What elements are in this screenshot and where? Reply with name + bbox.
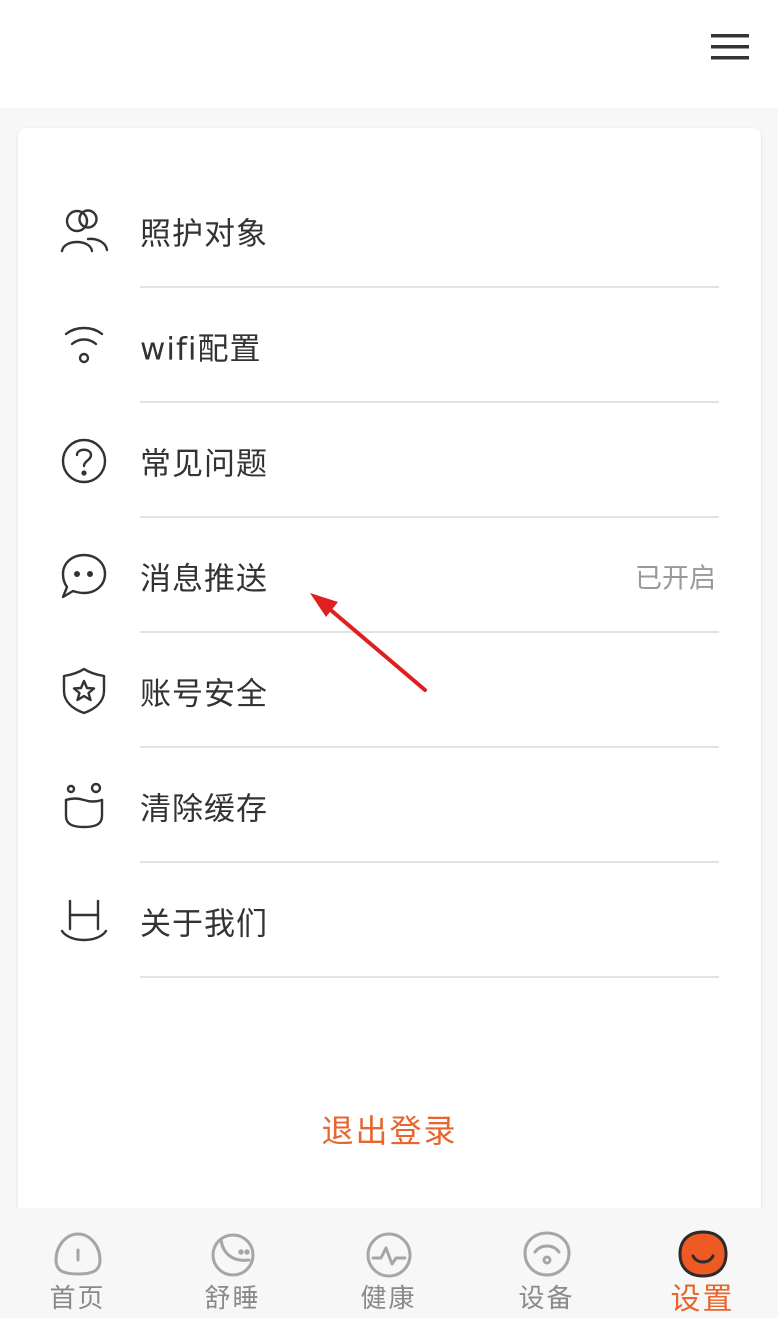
question-icon bbox=[58, 435, 110, 487]
wifi-icon bbox=[58, 320, 110, 372]
menu-item-label: 消息推送 bbox=[140, 561, 268, 597]
menu-item-care-target[interactable]: 照护对象 bbox=[18, 173, 761, 288]
settings-face-icon bbox=[675, 1228, 731, 1280]
tab-label: 舒睡 bbox=[204, 1284, 261, 1314]
menu-item-label: 关于我们 bbox=[140, 906, 268, 942]
menu-item-label: 账号安全 bbox=[140, 676, 268, 712]
tab-label: 健康 bbox=[360, 1284, 417, 1314]
home-icon bbox=[50, 1228, 106, 1280]
tab-home[interactable]: 首页 bbox=[0, 1208, 155, 1318]
tab-label: 设备 bbox=[518, 1284, 575, 1314]
divider bbox=[140, 976, 719, 978]
push-status-value: 已开启 bbox=[635, 563, 716, 594]
menu-item-label: 清除缓存 bbox=[140, 791, 268, 827]
menu-item-label: wifi配置 bbox=[140, 331, 262, 367]
moon-icon bbox=[205, 1228, 261, 1280]
menu-item-about-us[interactable]: 关于我们 bbox=[18, 863, 761, 978]
menu-item-faq[interactable]: 常见问题 bbox=[18, 403, 761, 518]
cache-pot-icon bbox=[58, 780, 110, 832]
settings-card: 照护对象 wifi配置 常见问题 消息推送 已开启 账号安全 清除缓存 关于我们… bbox=[18, 128, 761, 1228]
bottom-tab-bar: 首页 舒睡 健康 设备 设置 bbox=[0, 1208, 778, 1318]
hamburger-menu-icon bbox=[711, 34, 749, 60]
menu-item-label: 常见问题 bbox=[140, 446, 268, 482]
chat-bubble-icon bbox=[58, 550, 110, 602]
menu-item-label: 照护对象 bbox=[140, 216, 268, 252]
tab-health[interactable]: 健康 bbox=[311, 1208, 466, 1318]
device-icon bbox=[519, 1228, 575, 1280]
shield-star-icon bbox=[58, 665, 110, 717]
settings-page: 照护对象 wifi配置 常见问题 消息推送 已开启 账号安全 清除缓存 关于我们… bbox=[0, 0, 778, 1318]
logout-button[interactable]: 退出登录 bbox=[18, 1106, 761, 1152]
tab-device[interactable]: 设备 bbox=[469, 1208, 624, 1318]
menu-item-clear-cache[interactable]: 清除缓存 bbox=[18, 748, 761, 863]
pulse-icon bbox=[361, 1228, 417, 1280]
hamburger-menu-button[interactable] bbox=[706, 30, 754, 66]
tab-sleep[interactable]: 舒睡 bbox=[155, 1208, 310, 1318]
tab-label: 设置 bbox=[670, 1282, 735, 1317]
menu-item-wifi[interactable]: wifi配置 bbox=[18, 288, 761, 403]
top-bar bbox=[0, 0, 778, 108]
about-logo-icon bbox=[58, 895, 110, 947]
menu-item-account-security[interactable]: 账号安全 bbox=[18, 633, 761, 748]
tab-label: 首页 bbox=[49, 1284, 106, 1314]
tab-settings[interactable]: 设置 bbox=[625, 1208, 778, 1318]
people-icon bbox=[58, 205, 110, 257]
menu-item-push-notifications[interactable]: 消息推送 已开启 bbox=[18, 518, 761, 633]
